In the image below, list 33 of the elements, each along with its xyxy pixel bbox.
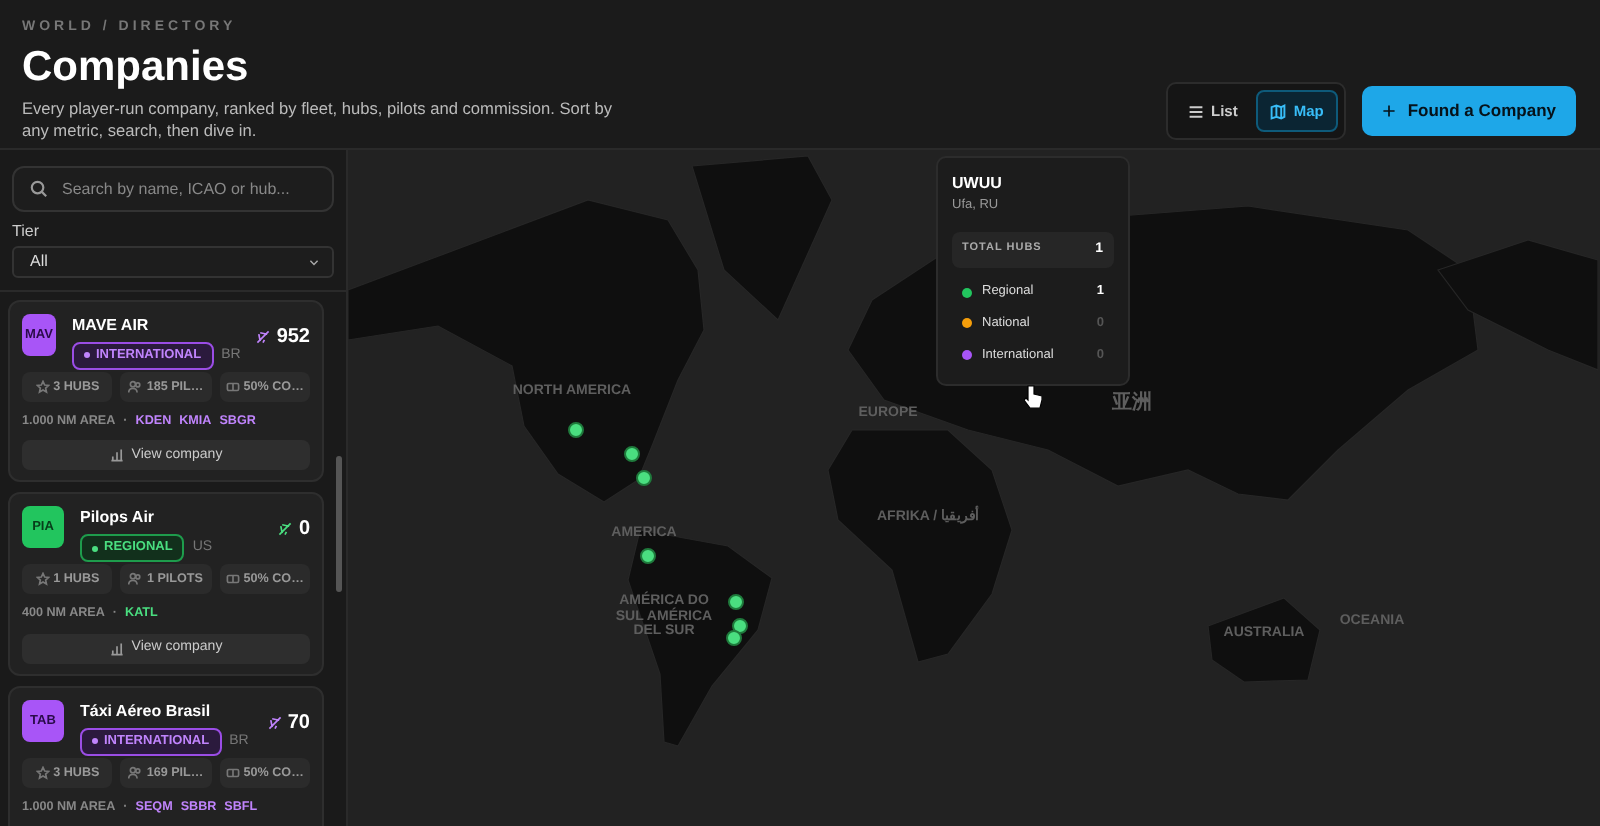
map-marker[interactable] <box>636 470 652 486</box>
filter-label: Tier <box>12 220 41 244</box>
chart-icon <box>109 641 124 656</box>
star-icon <box>35 572 50 587</box>
star-icon <box>35 765 50 780</box>
map-icon <box>1269 103 1286 120</box>
ticket-icon <box>225 380 240 394</box>
company-name: Pilops Air <box>80 506 157 531</box>
page-description: Every player-run company, ranked by fleet, hubs, pilots and commission. Sort by any metric, search, then dive in. <box>22 97 614 143</box>
list-icon <box>1187 103 1204 120</box>
map-label: 亚洲 <box>1112 392 1152 414</box>
chevron-down-icon <box>308 256 320 268</box>
found-company-button[interactable]: Found a Company <box>1361 86 1576 136</box>
ticket-icon <box>225 572 240 587</box>
chart-icon <box>109 448 124 463</box>
search-icon <box>30 180 48 198</box>
fleet-count: 70 <box>287 709 310 738</box>
pointer-cursor-icon <box>1024 383 1042 408</box>
people-icon <box>128 765 143 780</box>
plus-icon <box>1381 104 1396 119</box>
tier-select[interactable]: All <box>12 246 334 278</box>
hub-code: UWUU <box>952 172 1004 196</box>
company-name: Táxi Aéreo Brasil <box>80 699 213 724</box>
people-icon <box>128 572 143 587</box>
search-field[interactable]: Search by name, ICAO or hub... <box>12 166 334 212</box>
fleet-count: 952 <box>276 324 310 352</box>
ticket-icon <box>225 765 240 780</box>
people-icon <box>128 380 143 394</box>
fleet-count: 0 <box>298 516 310 545</box>
star-icon <box>35 380 50 394</box>
scrollbar-thumb[interactable] <box>336 456 342 592</box>
company-name: MAVE AIR <box>71 314 151 338</box>
page-title: Companies <box>22 43 251 92</box>
